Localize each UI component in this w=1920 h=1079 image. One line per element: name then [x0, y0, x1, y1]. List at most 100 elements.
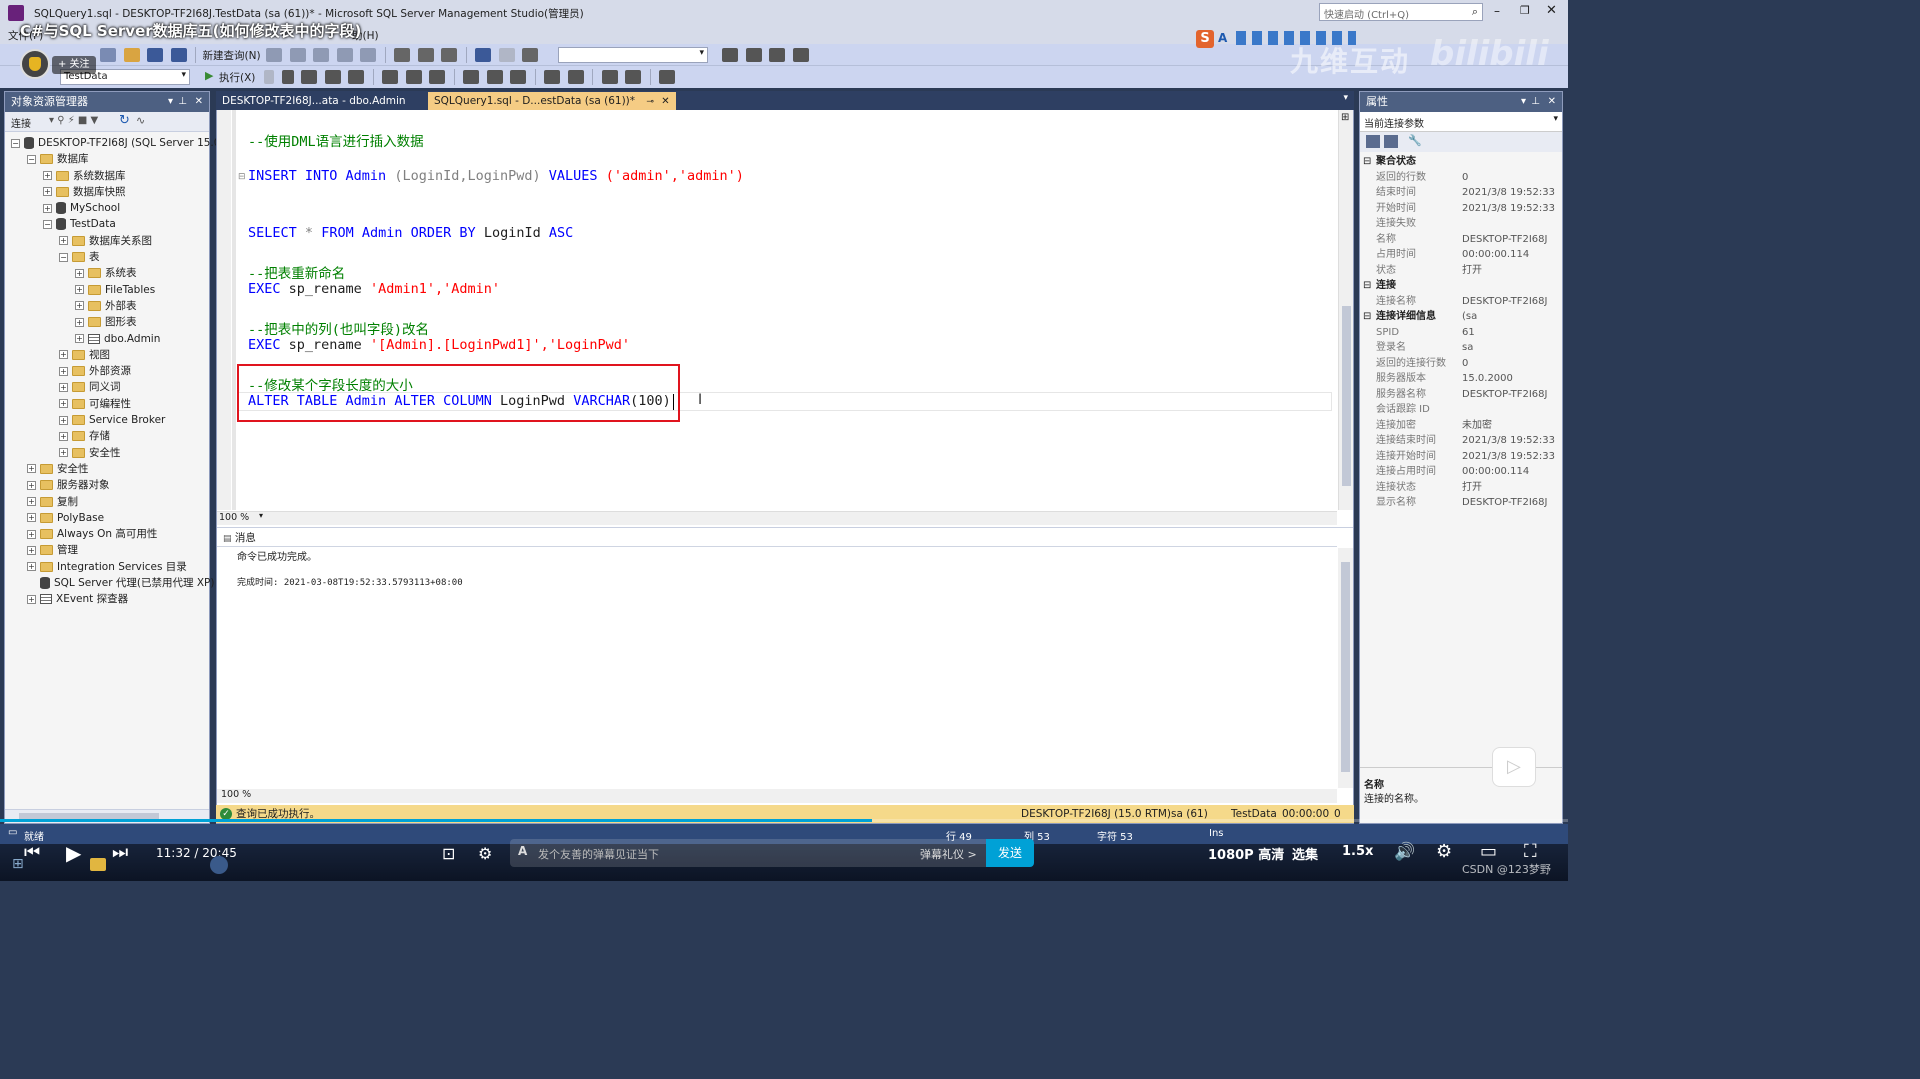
file-explorer-icon[interactable]: [90, 858, 106, 871]
copy-icon[interactable]: [417, 48, 434, 62]
messages-zoom-select[interactable]: 100 %: [221, 789, 251, 800]
tree-item[interactable]: + 数据库快照: [5, 184, 209, 200]
new-query-button[interactable]: 新建查询(N): [203, 48, 261, 63]
collapse-icon[interactable]: ⊟: [1363, 154, 1371, 170]
tree-item[interactable]: − TestData: [5, 216, 209, 232]
expand-icon[interactable]: +: [59, 350, 68, 360]
tree-item[interactable]: + 存储: [5, 428, 209, 444]
stop-icon[interactable]: [264, 70, 274, 84]
property-row[interactable]: 连接状态 打开: [1360, 480, 1562, 496]
tree-item[interactable]: + dbo.Admin: [5, 331, 209, 347]
expand-icon[interactable]: +: [59, 399, 68, 409]
tree-item[interactable]: − DESKTOP-TF2I68J (SQL Server 15.0: [5, 135, 220, 151]
activity-icon[interactable]: ∿: [136, 114, 145, 127]
expand-icon[interactable]: +: [75, 301, 84, 311]
danmaku-input[interactable]: A 发个友善的弹幕见证当下 弹幕礼仪 >: [510, 839, 986, 867]
tree-item[interactable]: + MySchool: [5, 200, 209, 216]
editor-vertical-scrollbar[interactable]: ⊞: [1338, 110, 1353, 510]
follow-button[interactable]: + 关注: [52, 56, 96, 74]
code-comment-rename-column[interactable]: --把表中的列(也叫字段)改名: [248, 318, 429, 338]
property-row[interactable]: 返回的连接行数 0: [1360, 356, 1562, 372]
tree-item[interactable]: − 表: [5, 249, 209, 265]
maximize-button[interactable]: ❐: [1520, 4, 1530, 17]
quality-select[interactable]: 1080P 高清: [1208, 844, 1284, 863]
comment-icon[interactable]: [544, 70, 560, 84]
property-category[interactable]: 连接 ⊟: [1360, 278, 1562, 294]
chevron-down-icon[interactable]: ▾: [1521, 92, 1526, 112]
chevron-down-icon[interactable]: ▾: [1343, 93, 1348, 103]
undo-icon[interactable]: [475, 48, 492, 62]
property-row[interactable]: 名称 DESKTOP-TF2I68J: [1360, 232, 1562, 248]
expand-icon[interactable]: +: [59, 431, 68, 441]
tree-item[interactable]: + Service Broker: [5, 412, 209, 428]
property-row[interactable]: 结束时间 2021/3/8 19:52:33: [1360, 185, 1562, 201]
property-row[interactable]: 会话跟踪 ID: [1360, 402, 1562, 418]
display-plan-icon[interactable]: [301, 70, 317, 84]
windows-start-icon[interactable]: ⊞: [12, 856, 24, 872]
tree-item[interactable]: + XEvent 探查器: [5, 591, 209, 607]
play-button[interactable]: ▶: [66, 841, 81, 865]
results-text-icon[interactable]: [463, 70, 479, 84]
code-line-rename-column[interactable]: EXEC sp_rename '[Admin].[LoginPwd1]','Lo…: [248, 337, 630, 353]
tree-item[interactable]: + 服务器对象: [5, 477, 209, 493]
expand-icon[interactable]: +: [27, 464, 36, 474]
close-icon[interactable]: ✕: [1548, 92, 1556, 112]
fullscreen-icon[interactable]: ⛶: [1524, 841, 1537, 862]
expand-icon[interactable]: +: [75, 317, 84, 327]
expand-icon[interactable]: +: [75, 268, 84, 278]
activity-monitor-icon[interactable]: [522, 48, 539, 62]
connect-icon[interactable]: ▾ ⚲ ⚡ ■ ▼: [49, 115, 98, 126]
tree-item[interactable]: + 安全性: [5, 445, 209, 461]
close-icon[interactable]: ✕: [195, 92, 203, 112]
pin-icon[interactable]: ⊥: [1531, 92, 1540, 112]
code-comment-insert[interactable]: --使用DML语言进行插入数据: [248, 130, 424, 150]
parse-icon[interactable]: [281, 70, 294, 84]
results-grid-icon[interactable]: [486, 70, 503, 84]
tab-messages[interactable]: ▤ 消息: [223, 530, 256, 546]
expand-icon[interactable]: +: [27, 480, 36, 490]
expand-icon[interactable]: +: [27, 529, 36, 539]
mdx-query-icon[interactable]: [289, 48, 306, 62]
expand-icon[interactable]: +: [59, 366, 68, 376]
quick-launch-input[interactable]: 快速启动 (Ctrl+Q) ⌕: [1319, 3, 1483, 21]
ime-letter-icon[interactable]: A: [1218, 31, 1227, 45]
outdent-icon[interactable]: [601, 70, 618, 84]
expand-icon[interactable]: +: [59, 448, 68, 458]
expand-icon[interactable]: +: [27, 497, 36, 507]
minimize-button[interactable]: –: [1494, 4, 1500, 18]
collapse-icon[interactable]: ⊟: [1363, 309, 1371, 325]
property-row[interactable]: 占用时间 00:00:00.114: [1360, 247, 1562, 263]
expand-icon[interactable]: +: [59, 382, 68, 392]
property-row[interactable]: 连接名称 DESKTOP-TF2I68J (sa: [1360, 294, 1562, 323]
ssms-taskbar-icon[interactable]: [210, 856, 228, 874]
execute-icon[interactable]: ▶: [205, 69, 213, 82]
tab-sqlquery1[interactable]: SQLQuery1.sql - D...estData (sa (61))* ⊸…: [428, 92, 676, 110]
expand-icon[interactable]: +: [43, 187, 52, 197]
dmx-query-icon[interactable]: [313, 48, 330, 62]
text-style-icon[interactable]: A: [518, 844, 527, 858]
play-overlay-icon[interactable]: ▷: [1492, 747, 1536, 787]
collapse-icon[interactable]: −: [27, 154, 36, 164]
property-row[interactable]: 开始时间 2021/3/8 19:52:33: [1360, 201, 1562, 217]
widescreen-icon[interactable]: ▭: [1480, 841, 1497, 862]
window-layout-icon[interactable]: [792, 48, 809, 62]
expand-icon[interactable]: +: [59, 415, 68, 425]
property-row[interactable]: 连接加密 未加密: [1360, 418, 1562, 434]
tree-item[interactable]: + 系统表: [5, 265, 209, 281]
code-comment-rename-table[interactable]: --把表重新命名: [248, 262, 345, 282]
tree-item[interactable]: + Integration Services 目录: [5, 559, 209, 575]
send-button[interactable]: 发送: [986, 839, 1034, 867]
tree-item[interactable]: − 数据库: [5, 151, 209, 167]
pin-icon[interactable]: ⊸: [646, 97, 654, 107]
code-line-insert[interactable]: INSERT INTO Admin (LoginId,LoginPwd) VAL…: [248, 168, 744, 184]
scrollbar-thumb[interactable]: [1341, 562, 1350, 772]
expand-icon[interactable]: +: [27, 594, 36, 604]
code-line-rename-table[interactable]: EXEC sp_rename 'Admin1','Admin': [248, 281, 500, 297]
solution-config-dropdown[interactable]: ▾: [558, 47, 708, 63]
include-plan-icon[interactable]: [382, 70, 398, 84]
property-row[interactable]: 连接开始时间 2021/3/8 19:52:33: [1360, 449, 1562, 465]
pin-icon[interactable]: ⊥: [178, 92, 187, 112]
properties-icon[interactable]: [745, 48, 762, 62]
tree-item[interactable]: + PolyBase: [5, 510, 209, 526]
chevron-down-icon[interactable]: ▾: [168, 92, 173, 112]
